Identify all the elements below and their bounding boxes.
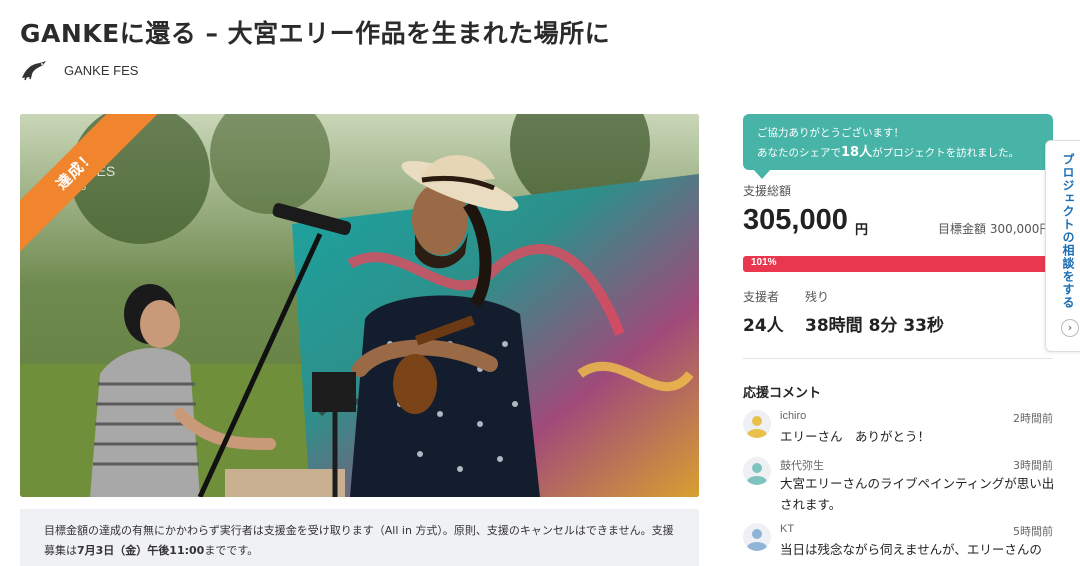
achieved-badge: 達成！ (20, 114, 160, 254)
supporters-label: 支援者 (743, 290, 780, 304)
owner-name: GANKE FES (64, 62, 139, 78)
remaining-label: 残り (805, 290, 830, 304)
avatar[interactable] (743, 457, 771, 485)
comment-time: 5時間前 (1013, 525, 1053, 538)
comments-title: 応援コメント (743, 386, 822, 401)
progress-label: 101% (751, 257, 777, 268)
notice-deadline: 7月3日（金）午後11:00 (77, 544, 205, 557)
comment-item: KT 5時間前 当日は残念ながら伺えませんが、エリーさんの (743, 523, 1053, 566)
project-consult-tab[interactable]: プロジェクトの相談をする › (1045, 140, 1080, 352)
owner-link[interactable]: GANKE FES (20, 58, 138, 82)
avatar[interactable] (743, 410, 771, 438)
avatar[interactable] (743, 523, 771, 551)
comment-text: 大宮エリーさんのライブペインティングが思い出されます。 (780, 476, 1055, 512)
progress-bar: 101% (743, 256, 1058, 272)
comment-item: ichiro 2時間前 エリーさん ありがとう！ (743, 410, 1053, 452)
comment-time: 2時間前 (1013, 412, 1053, 425)
remaining-time: 38時間 8分 33秒 (805, 316, 944, 336)
thanks-line1: ご協力ありがとうございます！ (757, 127, 904, 139)
share-thanks-bubble: ご協力ありがとうございます！ あなたのシェアで18人がプロジェクトを訪れました。 (743, 114, 1053, 179)
amount-unit: 円 (855, 223, 869, 238)
notice-text-end: までです。 (204, 544, 259, 557)
all-in-notice: 目標金額の達成の有無にかかわらず実行者は支援金を受け取ります（All in 方式… (20, 509, 699, 566)
divider (743, 358, 1053, 359)
share-visitor-count: 18人 (841, 145, 873, 160)
goal-amount: 目標金額 300,000円 (938, 222, 1052, 236)
comment-author[interactable]: 鼓代弥生 (780, 457, 824, 473)
total-label: 支援総額 (743, 184, 792, 198)
chevron-right-icon: › (1061, 319, 1079, 337)
supporters-count: 24人 (743, 316, 784, 336)
achieved-ribbon: 達成！ (20, 114, 170, 264)
page-title: GANKEに還る – 大宮エリー作品を生まれた場所に (20, 19, 611, 48)
thanks-line2: あなたのシェアで18人がプロジェクトを訪れました。 (757, 145, 1020, 160)
comment-author[interactable]: KT (780, 523, 794, 535)
consult-label: プロジェクトの相談をする (1061, 153, 1075, 309)
comment-text: 当日は残念ながら伺えませんが、エリーさんの (780, 542, 1042, 557)
bird-logo-icon (20, 58, 48, 82)
comment-time: 3時間前 (1013, 459, 1053, 472)
comment-author[interactable]: ichiro (780, 410, 806, 422)
hero-image: FES 2015 達成！ (20, 114, 699, 497)
total-amount: 305,000 (743, 204, 848, 236)
comment-text: エリーさん ありがとう！ (780, 429, 931, 444)
comment-item: 鼓代弥生 3時間前 大宮エリーさんのライブペインティングが思い出されます。 (743, 457, 1055, 517)
